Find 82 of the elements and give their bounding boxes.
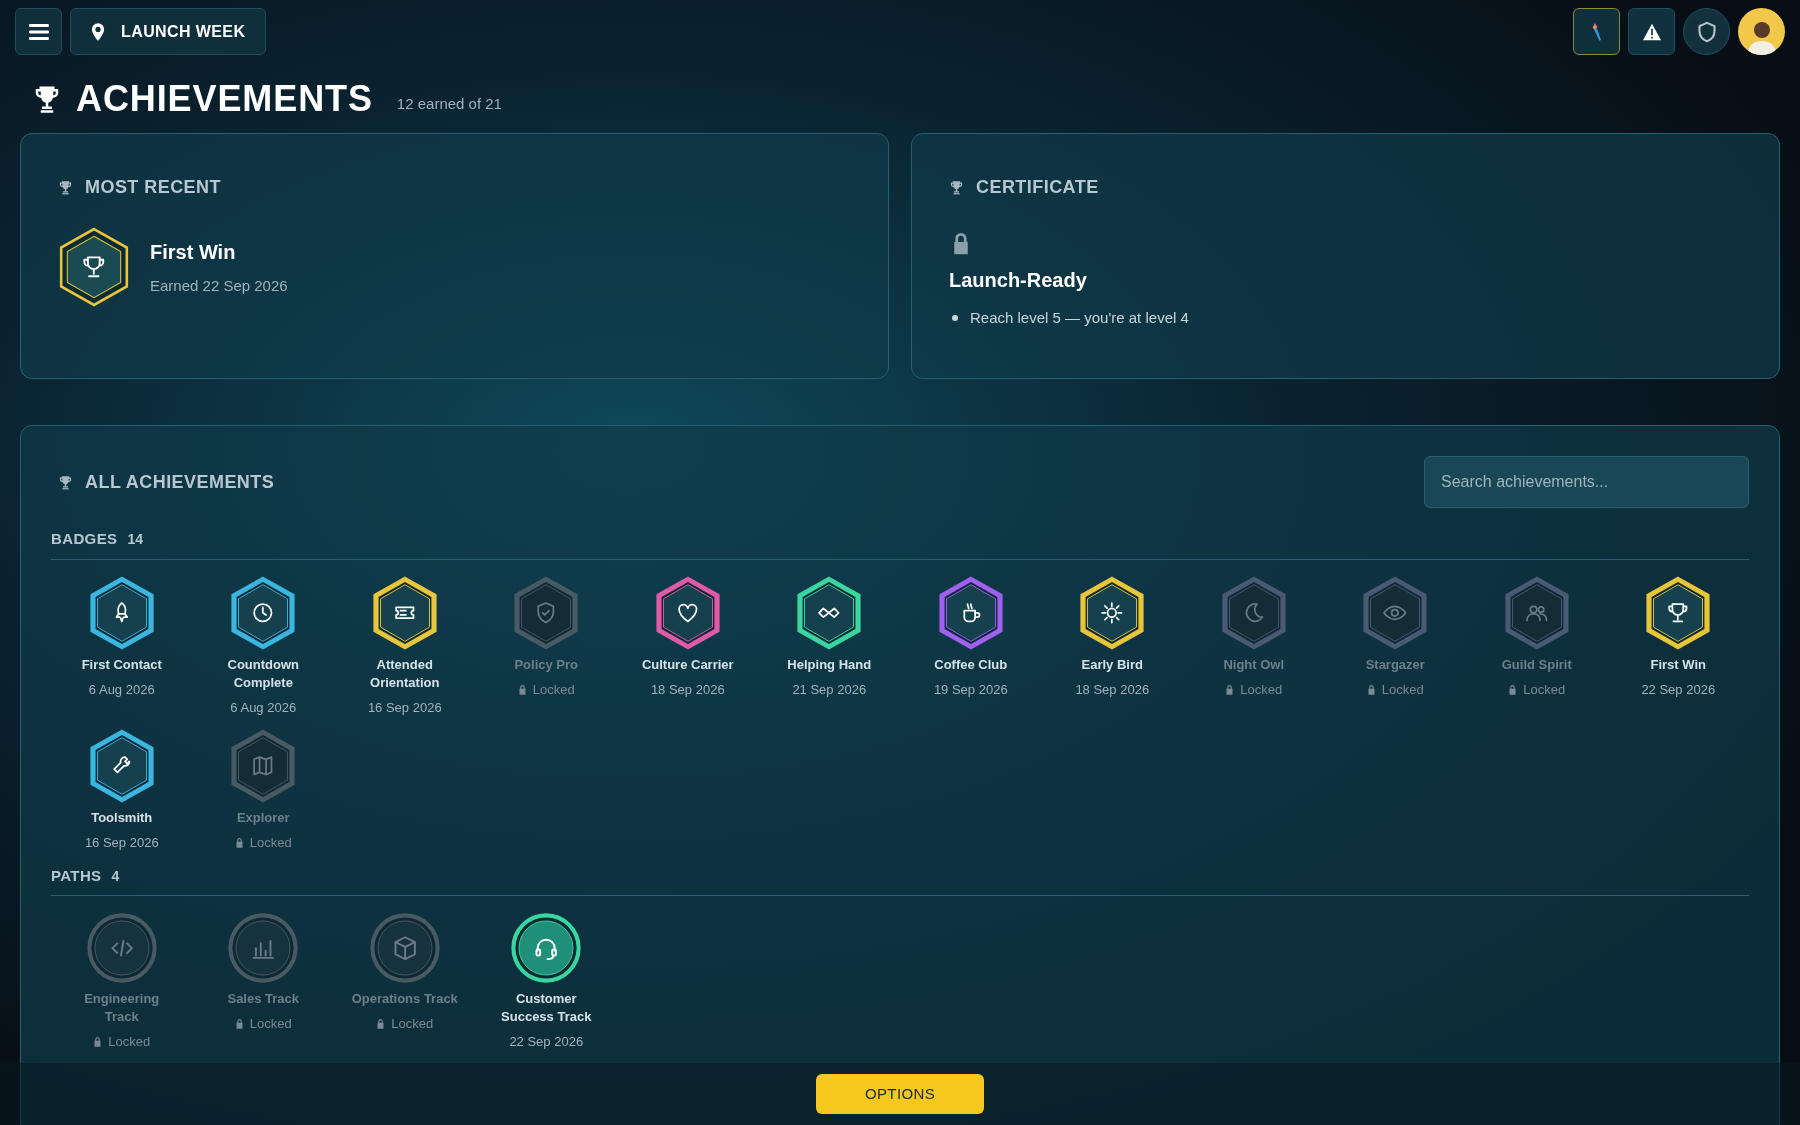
hexagon-badge-icon [1079,575,1146,650]
path-medal-icon [510,912,583,984]
trophy-icon [58,473,73,491]
path-medal-icon [85,912,158,984]
achievement-name: Guild Spirit [1500,655,1573,674]
achievement-name: Coffee Club [933,655,1009,674]
hexagon-badge-icon [1362,575,1429,650]
earned-date: 16 Sep 2026 [84,834,159,852]
achievement-name: Operations Track [350,990,459,1008]
earned-date: 22 Sep 2026 [509,1033,584,1051]
achievement-name: Toolsmith [90,809,154,827]
status-label: Locked [108,1033,151,1051]
menu-icon [28,23,49,40]
hexagon-badge-icon [88,575,155,650]
hexagon-badge-icon [230,729,297,803]
location-button[interactable]: LAUNCH WEEK [70,8,267,55]
hexagon-badge-icon [371,575,438,650]
warning-icon [1641,22,1662,41]
achievement-name: Helping Hand [786,655,873,674]
achievement-title: First Win [150,239,237,265]
earned-summary: 12 earned of 21 [396,93,502,114]
earned-date: 6 Aug 2026 [230,698,297,717]
section-title: PATHS [51,865,102,886]
path-medal-icon [227,912,300,984]
earned-date: 19 Sep 2026 [933,680,1008,699]
achievement-name: Stargazer [1364,655,1426,674]
hexagon-badge-icon [937,575,1004,650]
achievement-name: First Contact [80,655,163,674]
status-label: Locked [391,1015,434,1033]
hexagon-badge-icon [1645,575,1712,650]
status-label: Locked [1240,680,1283,699]
options-button[interactable]: OPTIONS [816,1074,984,1114]
achievement-name: Explorer [235,809,291,827]
warning-button[interactable] [1628,8,1675,55]
path-medal-icon [368,912,441,984]
achievement-name: Culture Carrier [640,655,735,674]
trophy-icon [58,179,73,196]
status-label: Locked [1523,680,1566,699]
hexagon-badge-icon [88,729,155,803]
hexagon-badge-icon [796,575,863,650]
hexagon-badge-icon [1220,575,1287,650]
hexagon-badge-icon [513,575,580,650]
earned-date: 18 Sep 2026 [650,680,725,699]
search-field[interactable]: Search achievements... [1424,456,1749,508]
hexagon-badge-icon [654,575,721,650]
achievement-name: Early Bird [1080,655,1144,674]
section-count: 14 [127,530,143,549]
card-heading: ALL ACHIEVEMENTS [85,470,275,494]
achievement-name: Sales Track [226,990,301,1008]
torch-button[interactable] [1573,8,1620,55]
earned-date: 16 Sep 2026 [367,698,442,717]
earned-date: 18 Sep 2026 [1075,680,1150,699]
status-label: Locked [532,680,575,699]
earned-date: 21 Sep 2026 [792,680,867,699]
section-title: BADGES [51,529,118,549]
achievement-name: Countdown Complete [226,655,300,692]
user-avatar[interactable] [1738,8,1785,55]
card-heading: CERTIFICATE [976,176,1099,199]
achievement-name: Attended Orientation [369,655,441,692]
card-heading: MOST RECENT [85,176,221,199]
menu-button[interactable] [15,8,62,55]
page-title: ACHIEVEMENTS [76,79,373,119]
status-label: Locked [249,1015,292,1033]
status-label: Locked [1381,680,1424,699]
hexagon-badge-icon [230,575,297,650]
earned-date: 6 Aug 2026 [88,680,155,699]
requirement-text: Reach level 5 — you're at level 4 [970,308,1189,328]
achievement-name: Policy Pro [513,655,580,674]
trophy-icon [949,179,964,196]
certificate-title: Launch-Ready [949,268,1088,293]
shield-button[interactable] [1683,8,1730,55]
hexagon-badge-icon [1503,575,1570,650]
shield-icon [1696,20,1717,43]
achievement-name: Night Owl [1222,655,1286,674]
map-pin-icon [91,22,105,41]
achievement-name: First Win [1649,655,1707,674]
section-count: 4 [111,866,120,886]
status-label: Locked [249,834,292,852]
earned-date: Earned 22 Sep 2026 [150,275,288,296]
earned-date: 22 Sep 2026 [1641,680,1716,699]
achievement-name: Engineering Track [83,990,161,1026]
achievement-name: Customer Success Track [500,990,593,1026]
